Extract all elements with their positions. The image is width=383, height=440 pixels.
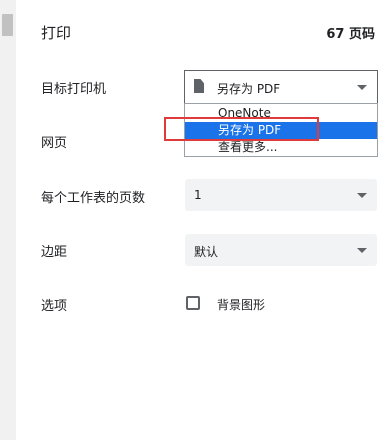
chevron-down-icon	[357, 193, 367, 198]
destination-value: 另存为 PDF	[217, 82, 281, 96]
margins-select[interactable]: 默认	[185, 234, 377, 266]
annotation-highlight-box	[164, 117, 319, 141]
background-graphics-label[interactable]: 背景图形	[217, 296, 265, 313]
destination-label: 目标打印机	[41, 82, 107, 97]
pages-label: 网页	[41, 136, 68, 151]
page-count: 67 页码	[326, 27, 375, 42]
scrollbar-thumb[interactable]	[2, 14, 13, 36]
pages-per-sheet-value: 1	[194, 188, 202, 202]
options-label: 选项	[41, 299, 68, 314]
background-graphics-checkbox[interactable]	[186, 296, 200, 310]
pages-per-sheet-label: 每个工作表的页数	[41, 191, 146, 206]
chevron-down-icon	[357, 248, 367, 253]
scrollbar[interactable]	[0, 0, 16, 440]
destination-select[interactable]: 另存为 PDF	[184, 70, 378, 104]
margins-value: 默认	[194, 245, 219, 259]
chevron-down-icon	[357, 85, 367, 90]
dropdown-option-see-more[interactable]: 查看更多...	[185, 139, 377, 156]
margins-label: 边距	[41, 245, 68, 260]
page-title: 打印	[41, 24, 72, 42]
pages-per-sheet-select[interactable]: 1	[185, 179, 377, 211]
document-icon	[194, 79, 204, 93]
